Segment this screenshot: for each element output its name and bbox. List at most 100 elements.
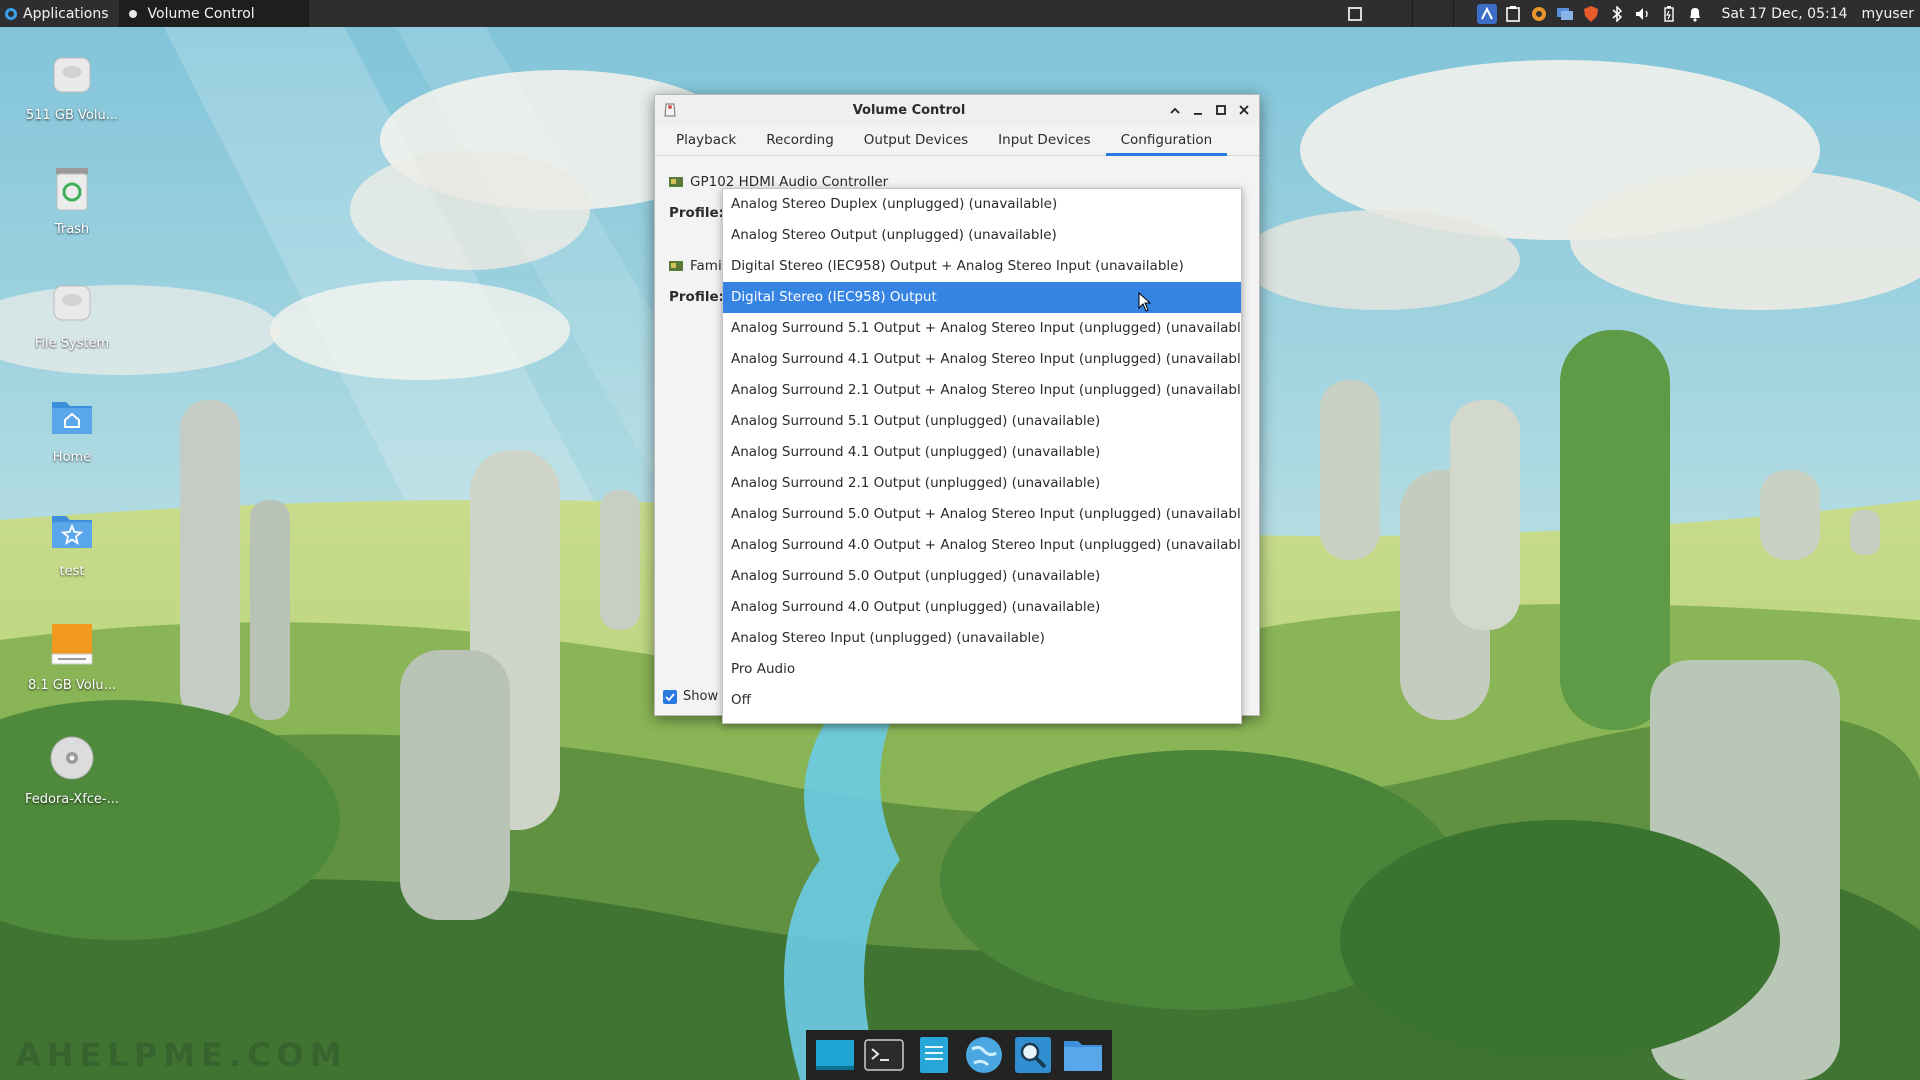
bottom-dock [806, 1030, 1112, 1080]
desktop-icon-file-system[interactable]: File System [14, 278, 130, 351]
desktop-icon-label: File System [34, 336, 110, 351]
profile-option[interactable]: Analog Surround 5.0 Output (unplugged) (… [723, 561, 1241, 592]
minimize-button[interactable] [1186, 99, 1209, 122]
drive-icon [53, 57, 91, 93]
tab-bar: Playback Recording Output Devices Input … [655, 125, 1259, 156]
battery-icon[interactable] [1659, 4, 1679, 24]
desktop-icon-volume-511gb[interactable]: 511 GB Volu... [14, 50, 130, 123]
drive-icon [53, 285, 91, 321]
window-titlebar[interactable]: Volume Control [655, 95, 1259, 125]
profile-option[interactable]: Analog Surround 4.0 Output + Analog Ster… [723, 530, 1241, 561]
profile-option[interactable]: Analog Surround 5.0 Output + Analog Ster… [723, 499, 1241, 530]
profile-option[interactable]: Off [723, 685, 1241, 716]
top-panel: Applications Volume Control Sat 17 Dec, … [0, 0, 1920, 27]
profile-option[interactable]: Analog Surround 2.1 Output (unplugged) (… [723, 468, 1241, 499]
dock-terminal[interactable] [863, 1034, 905, 1076]
desktop-icon-label: 8.1 GB Volu... [27, 678, 117, 693]
profile-option[interactable]: Digital Stereo (IEC958) Output + Analog … [723, 251, 1241, 282]
profile-option[interactable]: Analog Surround 5.1 Output (unplugged) (… [723, 406, 1241, 437]
profile-option[interactable]: Pro Audio [723, 654, 1241, 685]
desktop-icon-volume-8gb[interactable]: 8.1 GB Volu... [14, 620, 130, 693]
sound-card-icon [669, 261, 683, 271]
app-finder-icon [1015, 1037, 1052, 1073]
dock-file-manager[interactable] [913, 1034, 955, 1076]
applications-label: Applications [23, 5, 109, 22]
close-icon [1238, 105, 1249, 115]
tab-playback[interactable]: Playback [661, 125, 751, 155]
tab-input-devices[interactable]: Input Devices [983, 125, 1105, 155]
volume-icon[interactable] [1633, 4, 1653, 24]
desktop-icon [815, 1040, 854, 1070]
folder-icon [1064, 1041, 1103, 1071]
desktop-icon-home[interactable]: Home [14, 392, 130, 465]
desktop-icon-label: 511 GB Volu... [25, 108, 119, 123]
profile-option[interactable]: Analog Surround 4.1 Output (unplugged) (… [723, 437, 1241, 468]
desktop-icon-fedora-xfce[interactable]: Fedora-Xfce-... [14, 734, 130, 807]
mouse-pointer-icon [1138, 292, 1152, 312]
panel-separator [1411, 0, 1413, 27]
display-icon[interactable] [1555, 4, 1575, 24]
dock-folder[interactable] [1062, 1034, 1104, 1076]
volume-app-icon [128, 9, 137, 18]
desktop-icon-label: test [59, 564, 85, 579]
tab-recording[interactable]: Recording [751, 125, 849, 155]
tab-configuration[interactable]: Configuration [1105, 125, 1228, 156]
profile-option[interactable]: Analog Surround 5.1 Output + Analog Ster… [723, 313, 1241, 344]
desktop-icon-label: Home [52, 450, 92, 465]
dock-show-desktop[interactable] [814, 1034, 856, 1076]
network-icon[interactable] [1476, 3, 1497, 24]
desktop-icon-label: Trash [54, 222, 90, 237]
file-manager-icon [920, 1037, 949, 1073]
system-tray [1474, 0, 1708, 27]
close-button[interactable] [1232, 99, 1255, 122]
profile-dropdown-list: Analog Stereo Duplex (unplugged) (unavai… [722, 188, 1242, 724]
desktop-icon-trash[interactable]: Trash [14, 164, 130, 237]
profile-label: Profile: [669, 205, 725, 221]
folder-star-icon [52, 516, 92, 548]
chevron-up-icon [1169, 107, 1180, 114]
profile-option[interactable]: Analog Surround 2.1 Output + Analog Ster… [723, 375, 1241, 406]
profile-label: Profile: [669, 289, 725, 305]
user-menu[interactable]: myuser [1862, 6, 1914, 22]
minimize-icon [1193, 113, 1202, 115]
sound-card-icon [669, 177, 683, 187]
maximize-button[interactable] [1209, 99, 1232, 122]
usb-drive-icon [51, 624, 93, 665]
watermark-text: AHELPME.COM [16, 1036, 348, 1074]
desktop-icon-label: Fedora-Xfce-... [24, 792, 120, 807]
profile-option[interactable]: Analog Stereo Output (unplugged) (unavai… [723, 220, 1241, 251]
optical-disc-icon [50, 736, 94, 780]
xfce-logo-icon [5, 7, 17, 20]
card-row-second: Famil [669, 258, 725, 274]
clipboard-icon[interactable] [1503, 4, 1523, 24]
dock-web-browser[interactable] [963, 1034, 1005, 1076]
tab-output-devices[interactable]: Output Devices [849, 125, 983, 155]
show-desktop-icon[interactable] [1347, 6, 1362, 21]
terminal-icon [864, 1039, 905, 1071]
web-browser-icon [965, 1037, 1002, 1073]
maximize-icon [1215, 105, 1226, 115]
shield-icon[interactable] [1581, 4, 1601, 24]
card-name: Famil [690, 258, 726, 274]
applications-menu-button[interactable]: Applications [0, 0, 113, 27]
update-icon[interactable] [1529, 4, 1549, 24]
desktop-icon-test[interactable]: test [14, 506, 130, 579]
profile-option-selected[interactable]: Digital Stereo (IEC958) Output [723, 282, 1241, 313]
dock-app-finder[interactable] [1012, 1034, 1054, 1076]
bluetooth-icon[interactable] [1607, 4, 1627, 24]
profile-option[interactable]: Analog Surround 4.0 Output (unplugged) (… [723, 592, 1241, 623]
show-checkbox[interactable]: Show v [663, 689, 730, 704]
window-title: Volume Control [852, 102, 966, 118]
bell-icon[interactable] [1685, 4, 1705, 24]
checkbox-checked-icon [663, 689, 677, 704]
taskbar-window-button[interactable]: Volume Control [118, 0, 309, 27]
trash-icon [56, 168, 88, 211]
profile-option[interactable]: Analog Stereo Duplex (unplugged) (unavai… [723, 189, 1241, 220]
window-app-icon[interactable] [663, 102, 677, 118]
profile-option[interactable]: Analog Surround 4.1 Output + Analog Ster… [723, 344, 1241, 375]
panel-separator [1452, 0, 1454, 27]
home-folder-icon [52, 402, 92, 434]
panel-clock[interactable]: Sat 17 Dec, 05:14 [1722, 6, 1848, 22]
profile-option[interactable]: Analog Stereo Input (unplugged) (unavail… [723, 623, 1241, 654]
shade-button[interactable] [1163, 99, 1186, 122]
